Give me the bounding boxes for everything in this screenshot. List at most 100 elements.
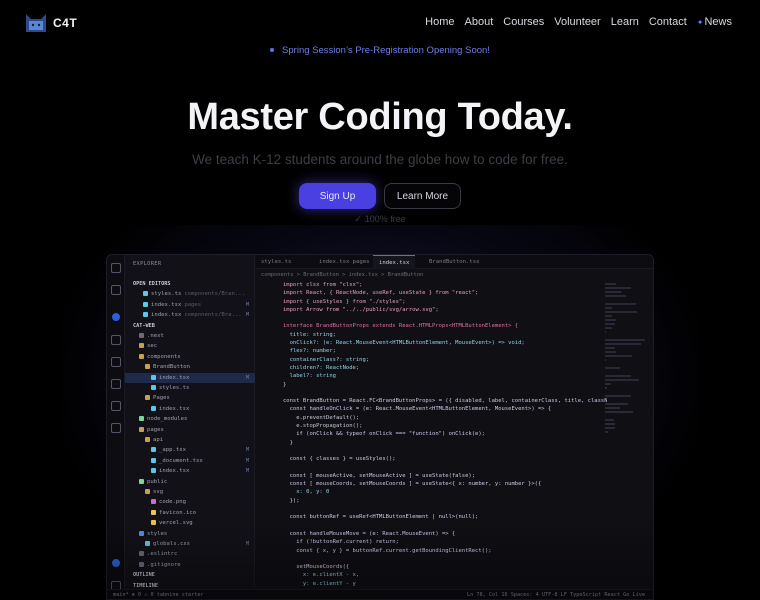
tree-item-label: index.tsx bbox=[159, 468, 190, 475]
open-file-path: components/Bra... bbox=[184, 312, 242, 319]
tree-item-label: globals.css bbox=[153, 541, 191, 547]
code-line: } bbox=[255, 381, 607, 389]
code-text: const handleOnClick = (e: React.MouseEve… bbox=[283, 406, 552, 413]
open-editor-item[interactable]: styles.ts components/Bran... bbox=[125, 289, 255, 299]
docker-icon bbox=[111, 423, 121, 433]
sign-up-button[interactable]: Sign Up bbox=[299, 183, 376, 209]
editor-tab[interactable]: BrandButton.tsx bbox=[423, 255, 486, 269]
editor-tab[interactable]: index.tsx bbox=[373, 255, 416, 269]
file-explorer: EXPLORER OPEN EDITORS styles.ts components… bbox=[125, 255, 255, 599]
minimap-line bbox=[605, 327, 613, 329]
tree-item-label: .gitignore bbox=[147, 561, 181, 568]
file-icon bbox=[139, 333, 144, 338]
extensions-icon bbox=[111, 357, 121, 367]
file-icon bbox=[139, 343, 144, 349]
code-text: } bbox=[283, 381, 287, 388]
tree-item[interactable]: code.png bbox=[125, 497, 255, 507]
nav-link-contact[interactable]: Contact bbox=[649, 16, 687, 28]
tree-item[interactable]: _app.tsx M bbox=[125, 445, 255, 455]
tree-item[interactable]: favicon.ico bbox=[125, 508, 255, 518]
modified-badge: M bbox=[245, 301, 249, 308]
modified-badge: M bbox=[245, 541, 249, 547]
file-icon bbox=[139, 426, 144, 432]
minimap-line bbox=[605, 395, 631, 397]
file-icon bbox=[139, 416, 144, 422]
project-section[interactable]: CAT-WEB bbox=[125, 321, 255, 331]
tree-item[interactable]: index.tsx bbox=[125, 404, 255, 414]
announcement-banner[interactable]: Spring Session’s Pre-Registration Openin… bbox=[0, 45, 760, 56]
code-text: import { useStyles } from "./styles"; bbox=[283, 298, 406, 305]
code-text: setMouseCoords({ bbox=[283, 564, 350, 571]
file-icon bbox=[139, 561, 144, 567]
minimap-line bbox=[605, 287, 631, 289]
nav-link-about[interactable]: About bbox=[465, 16, 494, 28]
tree-item[interactable]: .eslintrc bbox=[125, 549, 255, 559]
explorer-title: EXPLORER bbox=[133, 261, 162, 267]
modified-badge: M bbox=[245, 447, 249, 454]
minimap-line bbox=[605, 407, 621, 409]
minimap-line bbox=[605, 303, 637, 305]
code-text: } bbox=[283, 439, 293, 446]
code-text: e.preventDefault(); bbox=[283, 414, 360, 421]
open-editors-section[interactable]: OPEN EDITORS bbox=[125, 279, 255, 289]
minimap-line bbox=[605, 367, 620, 369]
minimap-line bbox=[605, 419, 614, 421]
file-icon bbox=[143, 301, 148, 307]
announcement-text[interactable]: Spring Session’s Pre-Registration Openin… bbox=[282, 45, 490, 56]
tree-item[interactable]: BrandButton bbox=[125, 362, 255, 372]
tree-item[interactable]: vercel.svg bbox=[125, 518, 255, 528]
tree-item[interactable]: node_modules bbox=[125, 414, 255, 424]
file-icon bbox=[145, 364, 150, 370]
modified-badge: M bbox=[245, 374, 249, 381]
tree-item-label: api bbox=[153, 437, 164, 443]
code-text: title: string; bbox=[283, 331, 336, 338]
nav-link-home[interactable]: Home bbox=[425, 16, 454, 28]
code-text: y: e.clientY - y bbox=[283, 580, 356, 587]
code-area: import clsx from "clsx"; import React, { … bbox=[255, 281, 607, 591]
editor-tab[interactable]: styles.ts bbox=[255, 255, 297, 269]
tree-item[interactable]: _document.tsx M bbox=[125, 456, 255, 466]
cat-logo-icon[interactable] bbox=[24, 12, 48, 34]
code-text: containerClass?: string; bbox=[283, 356, 370, 363]
tree-item[interactable]: styles bbox=[125, 529, 255, 539]
code-line: y: e.clientY - y bbox=[255, 580, 607, 588]
code-line: setMouseCoords({ bbox=[255, 563, 607, 571]
tree-item[interactable]: .gitignore bbox=[125, 560, 255, 570]
brand-name[interactable]: C4T bbox=[53, 16, 77, 30]
minimap-line bbox=[605, 295, 626, 297]
tree-item[interactable]: .next bbox=[125, 331, 255, 341]
status-right: Ln 78, Col 16 Spaces: 4 UTF-8 LF TypeScr… bbox=[466, 592, 645, 598]
nav-link-courses[interactable]: Courses bbox=[503, 16, 544, 28]
open-file-name: index.tsx bbox=[151, 312, 182, 319]
code-text: const BrandButton = React.FC<BrandButton… bbox=[283, 398, 607, 405]
open-editor-item[interactable]: index.tsx components/Bra... M bbox=[125, 310, 255, 320]
tree-item-label: .eslintrc bbox=[147, 551, 178, 558]
code-text: import clsx from "clsx"; bbox=[283, 282, 363, 288]
account-icon bbox=[112, 559, 120, 567]
tree-item[interactable]: api bbox=[125, 435, 255, 445]
file-icon bbox=[145, 489, 150, 494]
tree-item[interactable]: svg bbox=[125, 487, 255, 497]
tree-item-label: svg bbox=[153, 489, 164, 495]
tree-item[interactable]: sec bbox=[125, 341, 255, 351]
tree-item[interactable]: index.tsx M bbox=[125, 466, 255, 476]
nav-link-volunteer[interactable]: Volunteer bbox=[554, 16, 600, 28]
editor-tab[interactable]: index.tsx pages bbox=[313, 255, 376, 269]
nav-link-learn[interactable]: Learn bbox=[611, 16, 639, 28]
nav-link-news[interactable]: ✦News bbox=[697, 16, 732, 28]
open-editor-item[interactable]: index.tsx pages M bbox=[125, 300, 255, 310]
tree-item[interactable]: public bbox=[125, 477, 255, 487]
minimap-line bbox=[605, 379, 640, 381]
panel-section[interactable]: OUTLINE bbox=[125, 570, 255, 580]
tree-item[interactable]: index.tsx M bbox=[125, 372, 255, 383]
code-line: const handleOnClick = (e: React.MouseEve… bbox=[255, 405, 607, 413]
tree-item[interactable]: pages bbox=[125, 425, 255, 435]
tree-item[interactable]: components bbox=[125, 352, 255, 362]
code-line: flex?: number; bbox=[255, 347, 607, 355]
learn-more-button[interactable]: Learn More bbox=[384, 183, 461, 209]
tree-item[interactable]: styles.ts bbox=[125, 383, 255, 393]
tree-item[interactable]: Pages bbox=[125, 393, 255, 403]
tree-item[interactable]: globals.css M bbox=[125, 539, 255, 549]
